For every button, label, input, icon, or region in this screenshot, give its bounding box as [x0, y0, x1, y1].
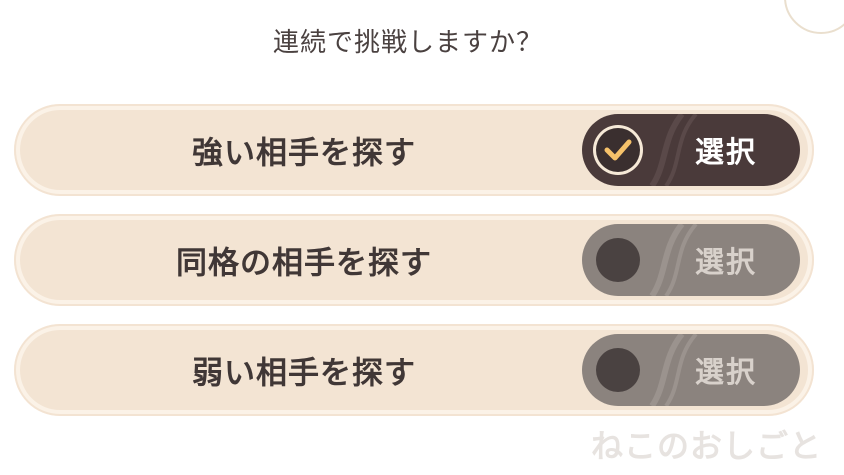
option-strong-opponent[interactable]: 強い相手を探す 選択 — [14, 104, 814, 196]
option-label: 同格の相手を探す — [176, 245, 432, 282]
option-weak-opponent[interactable]: 弱い相手を探す 選択 — [14, 324, 814, 416]
toggle-label: 選択 — [694, 245, 757, 279]
watermark: ねこのおしごと — [590, 427, 822, 465]
option-label: 弱い相手を探す — [192, 355, 416, 392]
prompt-title: 連続で挑戦しますか？ — [272, 28, 543, 58]
select-toggle-equal[interactable]: 選択 — [582, 224, 800, 296]
select-toggle-weak[interactable]: 選択 — [582, 334, 800, 406]
toggle-knob — [596, 348, 640, 392]
challenge-dialog: 連続で挑戦しますか？ 強い相手を探す 選択 同格の相手を探す 選択 弱い相手を探… — [0, 0, 844, 475]
toggle-knob — [596, 128, 640, 172]
check-icon — [604, 139, 632, 161]
toggle-label: 選択 — [694, 355, 757, 389]
toggle-knob — [596, 238, 640, 282]
toggle-label: 選択 — [694, 135, 757, 169]
option-label: 強い相手を探す — [192, 135, 416, 172]
option-equal-opponent[interactable]: 同格の相手を探す 選択 — [14, 214, 814, 306]
select-toggle-strong[interactable]: 選択 — [582, 114, 800, 186]
